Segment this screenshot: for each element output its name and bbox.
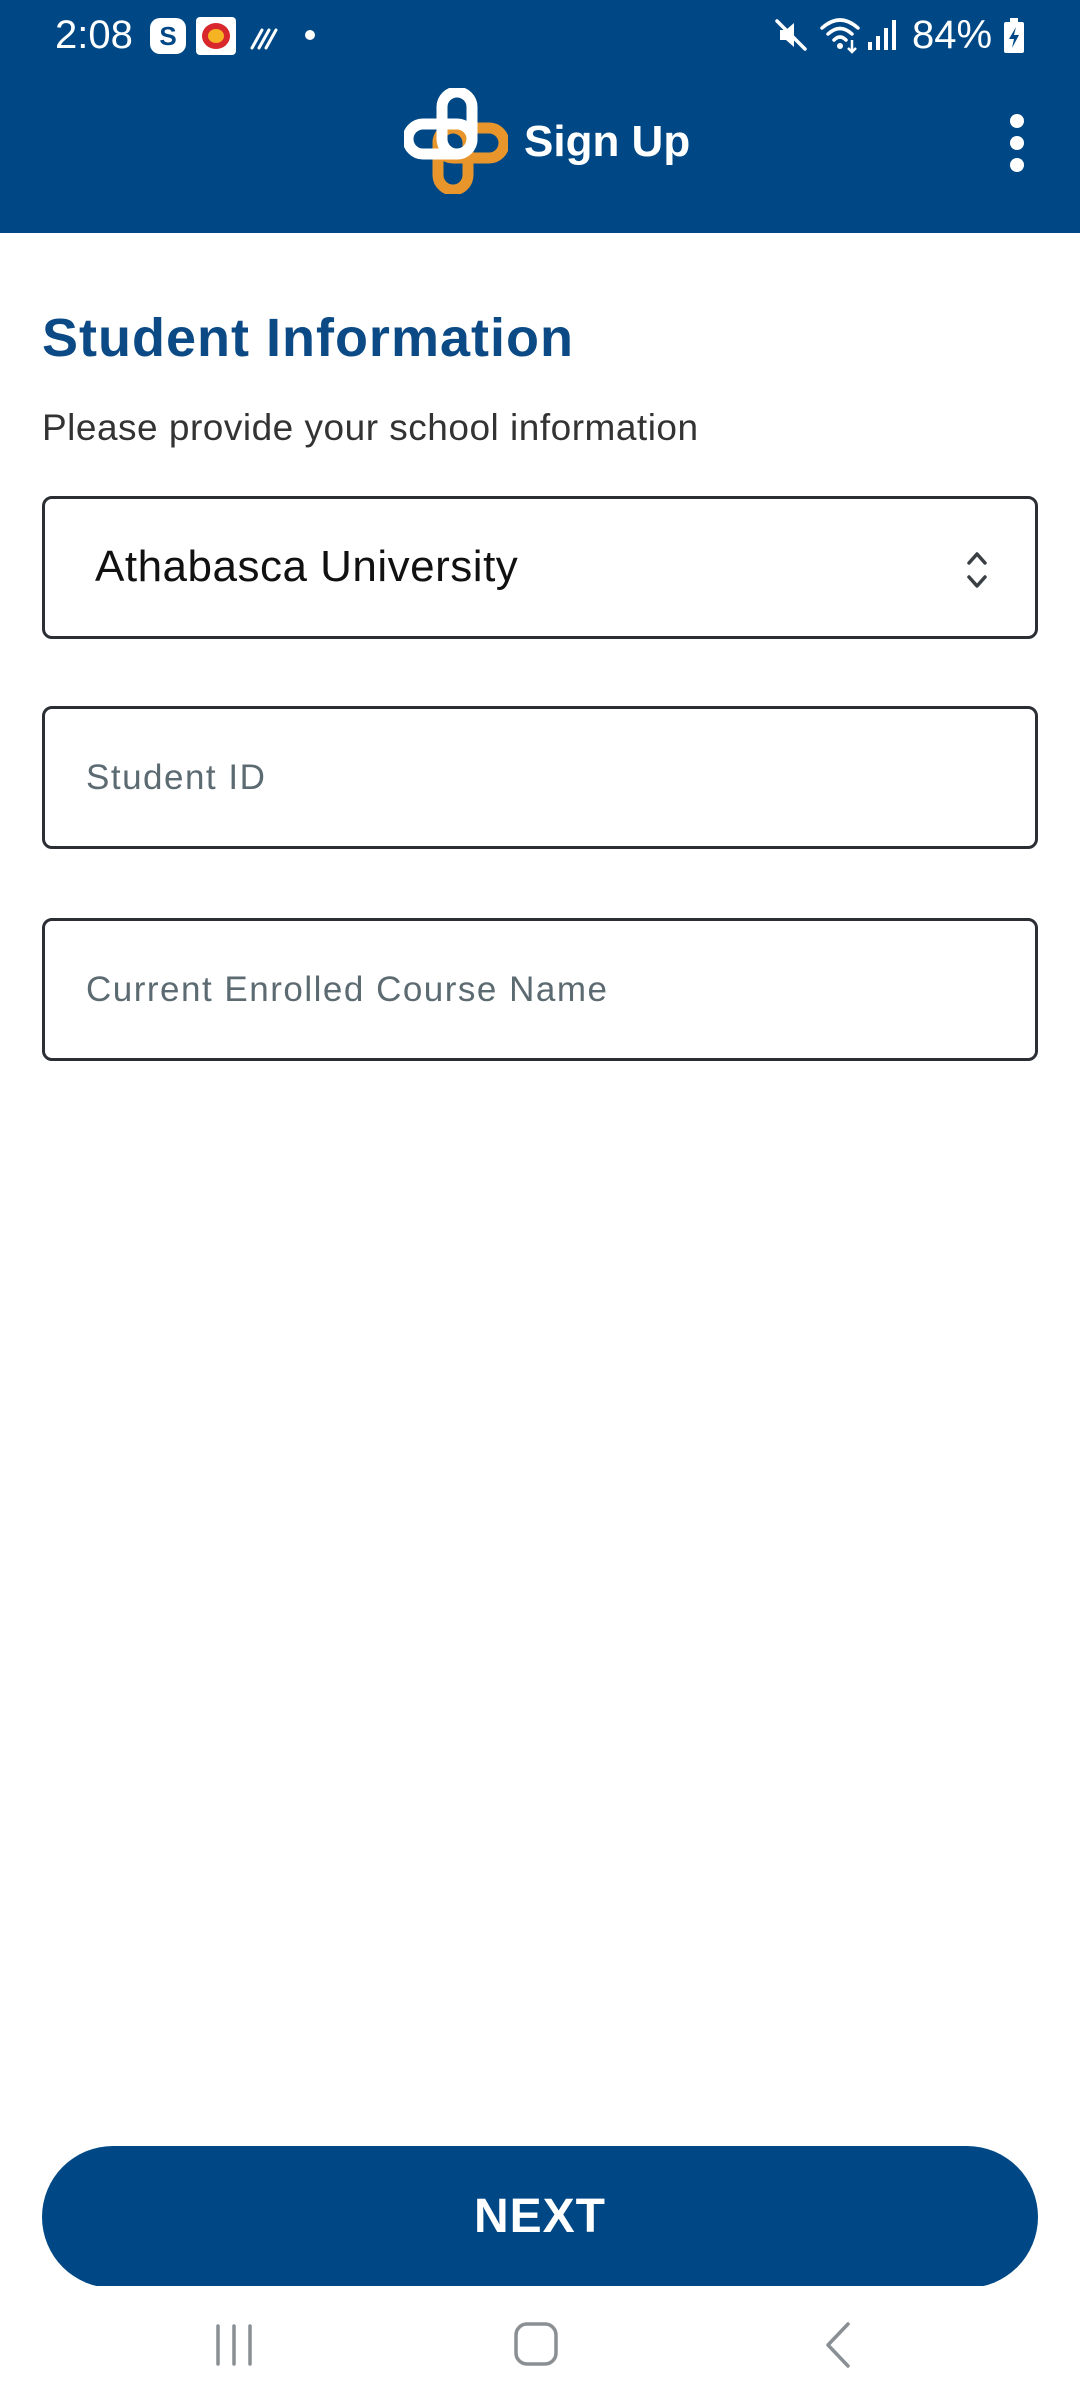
more-vertical-icon [1010, 114, 1024, 128]
app-bar: Sign Up [0, 70, 1080, 233]
student-id-input[interactable] [45, 709, 1035, 846]
course-name-field-container [42, 918, 1038, 1061]
back-icon[interactable] [820, 2320, 856, 2370]
school-select-value: Athabasca University [95, 542, 519, 591]
battery-percentage: 84% [912, 13, 993, 57]
page-title: Sign Up [524, 117, 691, 166]
section-subtitle: Please provide your school information [42, 407, 699, 448]
more-notifications-dot-icon [305, 30, 315, 40]
wifi-icon [820, 18, 860, 54]
battery-charging-icon [1004, 18, 1024, 53]
recents-icon[interactable] [212, 2322, 256, 2368]
chevron-up-down-icon [967, 552, 987, 588]
sign-up-screen: 2:08 S 84% Sign Up Student Information P… [0, 0, 1080, 2408]
activity-notification-icon [250, 28, 278, 50]
home-icon[interactable] [512, 2320, 560, 2368]
school-select[interactable]: Athabasca University [42, 496, 1038, 639]
mute-icon [775, 19, 807, 51]
game-notification-icon [196, 17, 236, 55]
section-title: Student Information [42, 308, 574, 368]
student-id-field-container [42, 706, 1038, 849]
status-bar: 2:08 S 84% [0, 0, 1080, 70]
medical-cross-logo-icon [404, 88, 508, 194]
skype-notification-icon: S [150, 18, 186, 54]
status-time: 2:08 [55, 13, 133, 57]
next-button[interactable]: NEXT [42, 2146, 1038, 2288]
course-name-input[interactable] [45, 921, 1035, 1058]
system-nav-bar [0, 2286, 1080, 2408]
more-options-button[interactable] [1000, 114, 1034, 174]
signal-icon [868, 20, 896, 50]
